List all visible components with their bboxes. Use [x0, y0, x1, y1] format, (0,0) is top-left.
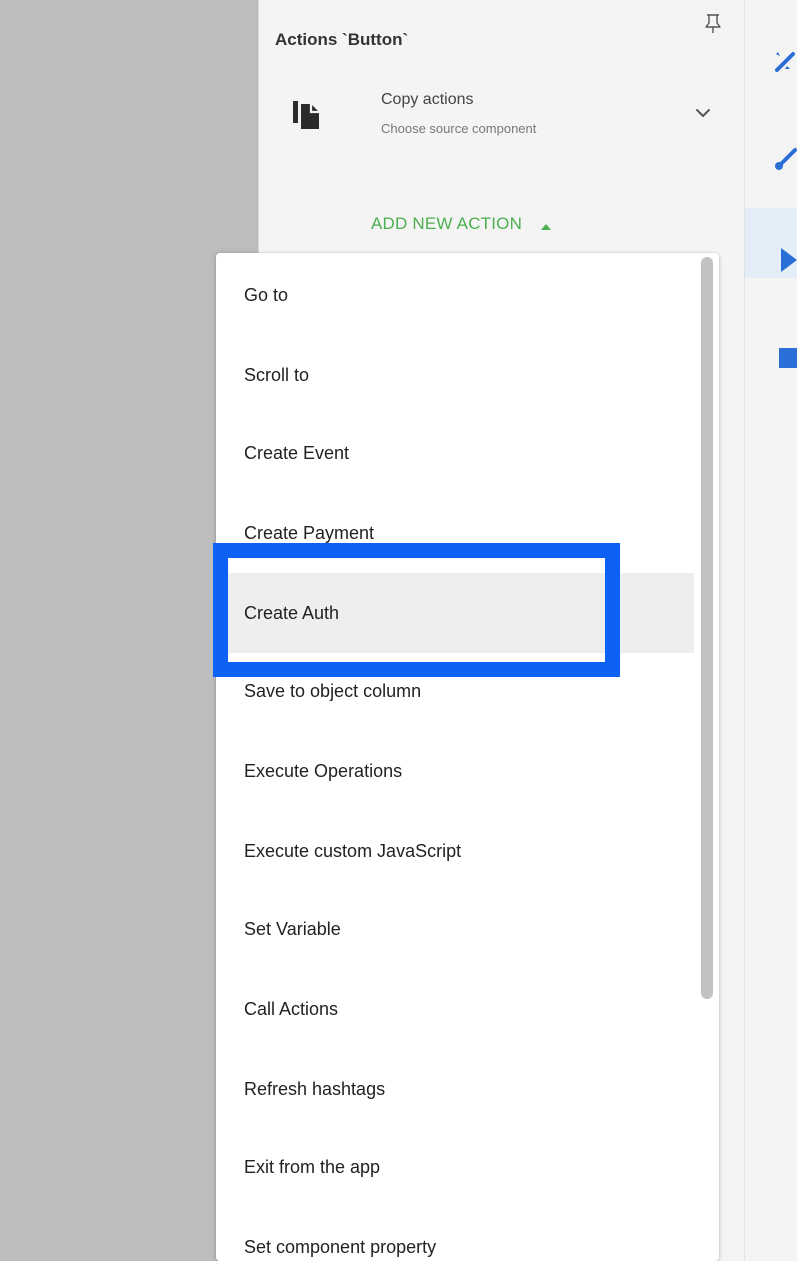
- copy-file-icon: [291, 96, 327, 132]
- caret-up-icon: [540, 219, 552, 230]
- action-type-dropdown: Go to Scroll to Create Event Create Paym…: [216, 253, 719, 1261]
- menu-item-save-to-object-column[interactable]: Save to object column: [216, 651, 694, 731]
- paint-brush-icon: [773, 144, 797, 172]
- menu-item-create-auth[interactable]: Create Auth: [216, 573, 694, 653]
- menu-item-create-payment[interactable]: Create Payment: [216, 493, 694, 573]
- menu-item-execute-operations[interactable]: Execute Operations: [216, 731, 694, 811]
- menu-item-set-component-property[interactable]: Set component property: [216, 1207, 694, 1261]
- rail-item-actions[interactable]: [745, 208, 797, 278]
- dropdown-scrollbar-thumb[interactable]: [701, 257, 713, 999]
- database-icon: [773, 344, 797, 372]
- rail-item-data[interactable]: [745, 320, 797, 390]
- menu-item-exit-from-app[interactable]: Exit from the app: [216, 1127, 694, 1207]
- panel-title: Actions `Button`: [275, 30, 409, 49]
- copy-actions-title: Copy actions: [381, 91, 474, 108]
- menu-item-call-actions[interactable]: Call Actions: [216, 969, 694, 1049]
- menu-item-go-to[interactable]: Go to: [216, 255, 694, 335]
- copy-actions-selector[interactable]: Copy actions Choose source component: [259, 80, 745, 150]
- menu-item-set-variable[interactable]: Set Variable: [216, 889, 694, 969]
- magic-wand-icon: [773, 48, 797, 76]
- pin-icon[interactable]: [705, 14, 721, 34]
- rail-item-magic[interactable]: [745, 28, 797, 98]
- add-new-action-button[interactable]: ADD NEW ACTION: [371, 209, 552, 239]
- menu-item-execute-custom-javascript[interactable]: Execute custom JavaScript: [216, 811, 694, 891]
- side-rail: [744, 0, 797, 1261]
- menu-item-create-event[interactable]: Create Event: [216, 413, 694, 493]
- menu-item-scroll-to[interactable]: Scroll to: [216, 335, 694, 415]
- add-new-action-label: ADD NEW ACTION: [371, 214, 523, 233]
- chevron-down-icon[interactable]: [693, 103, 713, 123]
- menu-item-refresh-hashtags[interactable]: Refresh hashtags: [216, 1049, 694, 1129]
- rail-item-style[interactable]: [745, 120, 797, 190]
- copy-actions-subtitle: Choose source component: [381, 121, 537, 136]
- play-icon: [773, 246, 797, 274]
